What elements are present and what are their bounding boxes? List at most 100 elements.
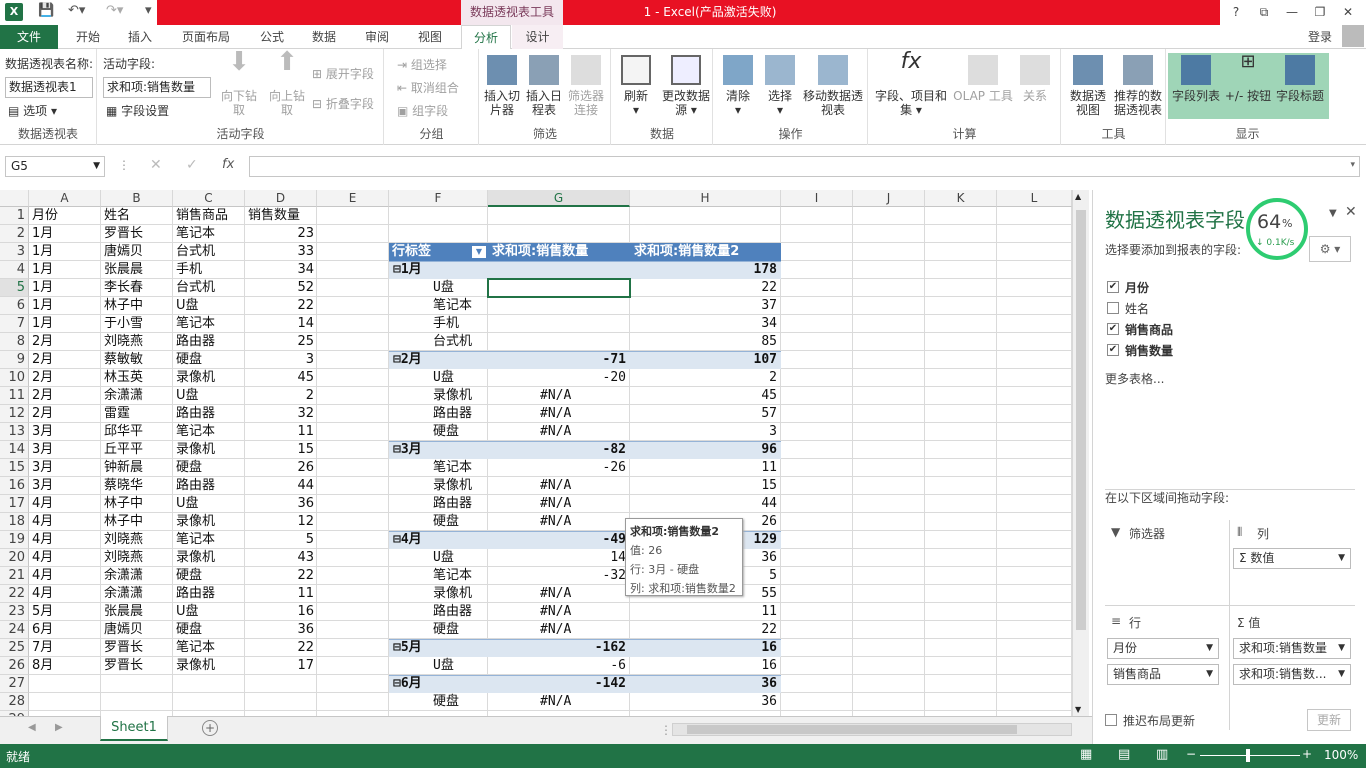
source-cell[interactable]: 邱华平 [104,423,170,441]
close-button[interactable]: ✕ [1334,0,1362,25]
pivot-value-qty[interactable]: -71 [490,351,626,369]
pivot-item-label[interactable]: 硬盘 [433,693,459,711]
tab-analyze[interactable]: 分析 [461,25,511,50]
source-cell[interactable]: U盘 [176,603,242,621]
pivot-value-qty2[interactable]: 37 [632,297,777,315]
pivotchart-button[interactable]: 数据透视图 [1066,55,1110,117]
source-cell[interactable]: 录像机 [176,441,242,459]
undo-icon[interactable]: ↶▾ [68,3,85,18]
column-header-b[interactable]: B [101,190,173,207]
pivot-group-label[interactable]: ⊟4月 [393,531,422,549]
update-button[interactable]: 更新 [1307,709,1351,731]
source-cell[interactable]: 52 [248,279,314,297]
pivot-value-qty[interactable]: #N/A [540,423,571,441]
source-cell[interactable]: 台式机 [176,279,242,297]
pane-options-icon[interactable]: ▼ [1329,208,1337,219]
source-cell[interactable]: 笔记本 [176,423,242,441]
pivot-item-label[interactable]: 硬盘 [433,513,459,531]
vertical-scrollbar[interactable]: ▲ ▼ [1072,190,1089,716]
pivot-item-label[interactable]: 笔记本 [433,459,472,477]
pivot-col-header-qty[interactable]: 求和项:销售数量 [492,243,588,261]
source-cell[interactable]: 8月 [32,657,98,675]
scroll-thumb[interactable] [1076,210,1086,630]
pivot-value-qty[interactable]: -82 [490,441,626,459]
source-cell[interactable]: 1月 [32,279,98,297]
row-header[interactable]: 16 [0,477,29,495]
source-cell[interactable]: 笔记本 [176,531,242,549]
pivot-value-qty2[interactable]: 22 [632,279,777,297]
plus-minus-button[interactable]: ⊞ +/- 按钮 [1223,53,1273,104]
pivot-value-qty[interactable]: #N/A [540,387,571,405]
tab-splitter-icon[interactable]: ⋮ [660,723,672,737]
selected-cell-g5[interactable] [487,278,631,298]
source-cell[interactable]: 44 [248,477,314,495]
pivot-value-qty[interactable]: #N/A [540,603,571,621]
source-cell[interactable]: 4月 [32,585,98,603]
source-cell[interactable]: 2月 [32,351,98,369]
source-cell[interactable]: 45 [248,369,314,387]
pivot-col-header-qty2[interactable]: 求和项:销售数量2 [634,243,739,261]
source-cell[interactable]: 录像机 [176,513,242,531]
source-header-cell[interactable]: 销售商品 [176,207,242,225]
row-header[interactable]: 20 [0,549,29,567]
add-sheet-icon[interactable]: + [202,720,218,736]
pivot-value-qty[interactable]: #N/A [540,495,571,513]
pivot-value-qty[interactable]: -20 [490,369,626,387]
row-header[interactable]: 12 [0,405,29,423]
source-cell[interactable]: 1月 [32,243,98,261]
pivot-value-qty[interactable] [490,297,626,315]
source-cell[interactable]: 43 [248,549,314,567]
field-label[interactable]: 月份 [1125,279,1149,296]
collapse-field-button[interactable]: ⊟ 折叠字段 [312,95,374,112]
source-cell[interactable]: 笔记本 [176,315,242,333]
pivot-value-qty[interactable]: -26 [490,459,626,477]
source-cell[interactable]: 36 [248,621,314,639]
pivot-value-qty[interactable]: -162 [490,639,626,657]
source-cell[interactable]: 台式机 [176,243,242,261]
fields-items-sets-button[interactable]: fx 字段、项目和集 ▾ [871,51,951,118]
zoom-slider-thumb[interactable] [1246,749,1250,762]
row-header[interactable]: 22 [0,585,29,603]
source-cell[interactable]: 32 [248,405,314,423]
field-list-button[interactable]: 字段列表 [1169,55,1223,103]
value-field-qty2[interactable]: 求和项:销售数... ▼ [1233,664,1351,685]
pivot-value-qty2[interactable]: 16 [632,657,777,675]
insert-timeline-button[interactable]: 插入日程表 [524,55,564,117]
tab-design[interactable]: 设计 [512,25,563,49]
pivot-value-qty2[interactable]: 44 [632,495,777,513]
source-cell[interactable]: 34 [248,261,314,279]
source-cell[interactable]: 蔡晓华 [104,477,170,495]
tab-file[interactable]: 文件 [0,25,58,49]
pivot-item-label[interactable]: 手机 [433,315,459,333]
source-cell[interactable]: 4月 [32,549,98,567]
source-cell[interactable]: 雷霆 [104,405,170,423]
pivot-value-qty[interactable]: 14 [490,549,626,567]
help-icon[interactable]: ? [1222,0,1250,25]
insert-function-icon[interactable]: fx [222,157,234,172]
source-cell[interactable]: 25 [248,333,314,351]
pivot-value-qty2[interactable]: 15 [632,477,777,495]
pivot-item-label[interactable]: 路由器 [433,405,472,423]
source-cell[interactable]: 4月 [32,567,98,585]
row-header[interactable]: 14 [0,441,29,459]
source-cell[interactable]: 手机 [176,261,242,279]
change-source-button[interactable]: 更改数据源 ▾ [662,55,710,117]
source-cell[interactable]: 林玉英 [104,369,170,387]
row-header[interactable]: 8 [0,333,29,351]
column-header-f[interactable]: F [389,190,488,207]
pivot-item-label[interactable]: 硬盘 [433,621,459,639]
pivot-item-label[interactable]: 录像机 [433,585,472,603]
clear-button[interactable]: 清除 ▾ [718,55,758,117]
source-cell[interactable]: 余潇潇 [104,567,170,585]
pivot-group-label[interactable]: ⊟5月 [393,639,422,657]
source-cell[interactable]: 3 [248,351,314,369]
source-cell[interactable]: 路由器 [176,405,242,423]
pivot-item-label[interactable]: U盘 [433,279,454,297]
filter-dropdown-icon[interactable]: ▼ [472,246,486,258]
source-cell[interactable]: 14 [248,315,314,333]
insert-slicer-button[interactable]: 插入切片器 [482,55,522,117]
row-header[interactable]: 13 [0,423,29,441]
pivot-value-qty2[interactable]: 22 [632,621,777,639]
pivot-item-label[interactable]: 录像机 [433,387,472,405]
login-link[interactable]: 登录 [1308,28,1332,45]
